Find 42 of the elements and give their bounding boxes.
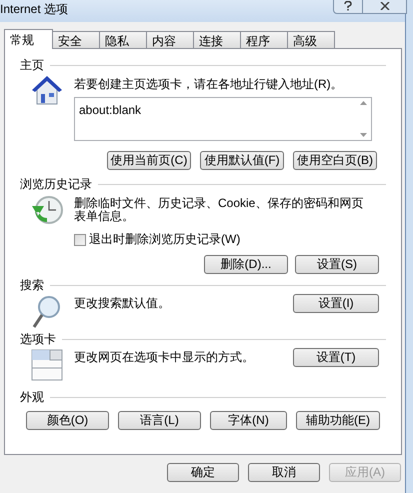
magnifier-icon	[32, 295, 62, 329]
window-tabs-icon	[31, 349, 63, 381]
appearance-button[interactable]: 字体(N)	[210, 411, 287, 430]
appearance-button[interactable]: 颜色(O)	[26, 411, 109, 430]
dialog-button[interactable]: 确定	[167, 463, 239, 482]
home-page-button[interactable]: 使用空白页(B)	[293, 151, 377, 170]
tab[interactable]: 程序	[241, 31, 288, 48]
description-text: 删除临时文件、历史记录、Cookie、保存的密码和网页表单信息。	[74, 195, 364, 223]
settings-button[interactable]: 设置(T)	[293, 348, 379, 367]
section-heading: 主页	[20, 57, 44, 74]
description-text: 更改网页在选项卡中显示的方式。	[74, 349, 255, 364]
tab[interactable]: 高级	[288, 31, 335, 48]
tab[interactable]: 常规	[4, 29, 53, 49]
settings-button[interactable]: 设置(S)	[295, 255, 379, 274]
description-text: 若要创建主页选项卡，请在各地址行键入地址(R)。	[74, 76, 344, 91]
dialog-button[interactable]: 取消	[248, 463, 320, 482]
section-heading: 搜索	[20, 277, 44, 294]
tab[interactable]: 内容	[147, 31, 194, 48]
section-heading: 选项卡	[20, 331, 56, 348]
address-field[interactable]: about:blank	[74, 97, 372, 141]
tab[interactable]: 隐私	[100, 31, 147, 48]
tab[interactable]: 安全	[53, 31, 100, 48]
section-heading: 外观	[20, 389, 44, 406]
home-page-button[interactable]: 使用默认值(F)	[200, 151, 284, 170]
house-icon	[30, 75, 64, 105]
close-icon	[380, 2, 390, 10]
help-button[interactable]	[333, 0, 363, 14]
home-page-button[interactable]: 使用当前页(C)	[107, 151, 191, 170]
checkbox[interactable]: 退出时删除浏览历史记录(W)	[74, 233, 386, 246]
section-heading: 浏览历史记录	[20, 176, 92, 193]
description-text: 更改搜索默认值。	[74, 295, 171, 310]
clock-arrow-icon	[30, 194, 64, 226]
scroll-up-icon[interactable]	[360, 101, 367, 105]
appearance-button[interactable]: 辅助功能(E)	[296, 411, 380, 430]
settings-button[interactable]: 设置(I)	[293, 294, 379, 313]
delete-button[interactable]: 删除(D)...	[204, 255, 288, 274]
scroll-down-icon[interactable]	[360, 133, 367, 137]
help-icon	[344, 1, 352, 11]
window-title: Internet 选项	[0, 1, 68, 17]
tab[interactable]: 连接	[194, 31, 241, 48]
appearance-button[interactable]: 语言(L)	[118, 411, 201, 430]
close-button[interactable]	[363, 0, 407, 14]
